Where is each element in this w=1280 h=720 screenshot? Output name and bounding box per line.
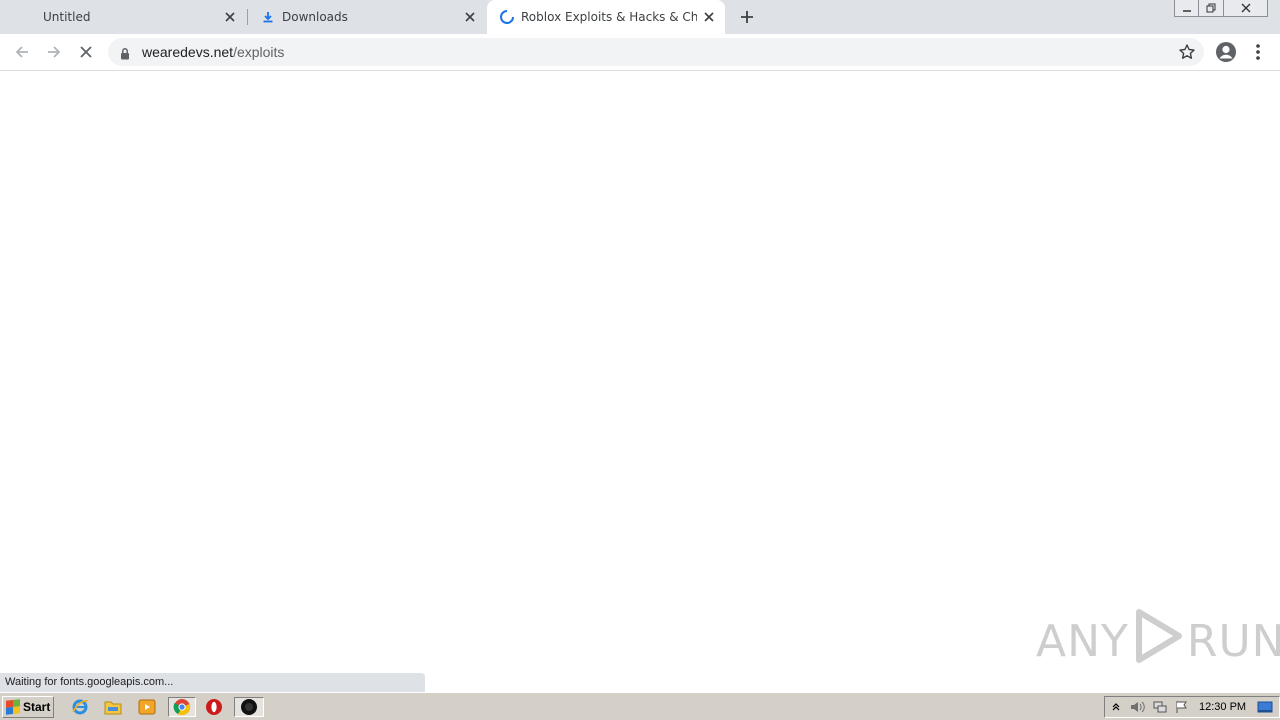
more-menu-icon[interactable]	[1250, 40, 1266, 68]
loading-spinner-icon	[499, 9, 515, 25]
app-icon[interactable]	[234, 697, 264, 717]
clock[interactable]: 12:30 PM	[1199, 701, 1246, 713]
close-icon[interactable]	[462, 9, 478, 25]
start-button[interactable]: Start	[2, 696, 54, 718]
opera-icon[interactable]	[203, 697, 225, 717]
start-label: Start	[23, 700, 51, 714]
tab-roblox-exploits[interactable]: Roblox Exploits & Hacks & Cheats - W	[487, 0, 725, 34]
tab-title: Roblox Exploits & Hacks & Cheats - W	[521, 10, 697, 24]
network-icon[interactable]	[1149, 698, 1171, 716]
tab-downloads[interactable]: Downloads	[248, 0, 486, 34]
tab-untitled[interactable]: Untitled	[8, 0, 246, 34]
media-player-icon[interactable]	[136, 697, 158, 717]
page-content	[0, 72, 1280, 692]
internet-explorer-icon[interactable]	[69, 697, 91, 717]
minimize-button[interactable]	[1174, 0, 1199, 17]
download-icon	[260, 9, 276, 25]
profile-avatar-icon[interactable]	[1214, 40, 1238, 68]
url-domain: wearedevs.net	[142, 44, 234, 60]
address-bar[interactable]: wearedevs.net/exploits	[108, 38, 1204, 66]
show-desktop-icon[interactable]	[1254, 698, 1276, 716]
play-logo-icon	[1133, 608, 1183, 675]
show-hidden-icons-icon[interactable]	[1105, 698, 1127, 716]
file-explorer-icon[interactable]	[102, 697, 124, 717]
windows-logo-icon	[6, 699, 20, 715]
anyrun-watermark: ANY RUN	[1036, 608, 1280, 675]
window-controls	[1174, 0, 1268, 17]
url-path: /exploits	[233, 44, 285, 60]
url-text: wearedevs.net/exploits	[142, 44, 284, 60]
close-icon[interactable]	[222, 9, 238, 25]
system-tray: 12:30 PM	[1104, 696, 1280, 718]
taskbar: Start 12:30 PM	[0, 692, 1280, 720]
tab-strip: Untitled Downloads Roblox Exploits & Hac…	[0, 0, 1280, 34]
watermark-right: RUN	[1186, 615, 1280, 667]
status-bubble: Waiting for fonts.googleapis.com...	[0, 673, 425, 692]
tab-title: Untitled	[43, 10, 91, 24]
close-icon[interactable]	[701, 9, 717, 25]
forward-button[interactable]	[42, 40, 66, 64]
bookmark-star-icon[interactable]	[1178, 43, 1196, 65]
chrome-icon[interactable]	[168, 697, 196, 717]
new-tab-button[interactable]	[738, 8, 756, 26]
lock-icon[interactable]	[120, 45, 130, 64]
volume-icon[interactable]	[1127, 698, 1149, 716]
tab-title: Downloads	[282, 10, 348, 24]
watermark-left: ANY	[1036, 615, 1129, 667]
stop-loading-button[interactable]	[74, 40, 98, 64]
restore-button[interactable]	[1199, 0, 1224, 17]
browser-toolbar: wearedevs.net/exploits	[0, 34, 1280, 71]
close-window-button[interactable]	[1224, 0, 1268, 17]
screen: Untitled Downloads Roblox Exploits & Hac…	[0, 0, 1280, 720]
action-center-flag-icon[interactable]	[1171, 698, 1193, 716]
back-button[interactable]	[10, 40, 34, 64]
